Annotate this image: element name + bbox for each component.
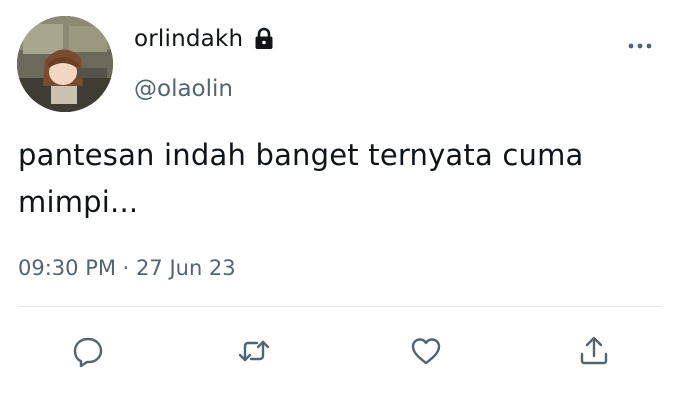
tweet-date[interactable]: 27 Jun 23 xyxy=(136,256,236,280)
user-name-row: orlindakh xyxy=(134,26,277,52)
tweet-card: orlindakh @olaolin pantesan indah banget… xyxy=(0,0,680,410)
reply-button[interactable] xyxy=(67,330,109,372)
more-options-icon[interactable] xyxy=(626,36,654,56)
like-button[interactable] xyxy=(405,330,447,372)
action-bar xyxy=(0,330,680,374)
user-handle[interactable]: @olaolin xyxy=(134,76,233,102)
meta-separator: · xyxy=(122,256,130,280)
reply-icon xyxy=(73,337,103,368)
retweet-button[interactable] xyxy=(233,330,275,372)
heart-icon xyxy=(411,338,441,365)
tweet-meta: 09:30 PM · 27 Jun 23 xyxy=(18,256,236,280)
display-name[interactable]: orlindakh xyxy=(134,26,243,52)
divider xyxy=(18,306,662,307)
lock-icon xyxy=(251,26,277,52)
share-button[interactable] xyxy=(573,330,615,372)
retweet-icon xyxy=(238,340,270,362)
avatar-image xyxy=(17,16,113,112)
avatar[interactable] xyxy=(17,16,113,112)
share-icon xyxy=(580,336,608,365)
tweet-text: pantesan indah banget ternyata cuma mimp… xyxy=(18,138,584,219)
tweet-time[interactable]: 09:30 PM xyxy=(18,256,116,280)
